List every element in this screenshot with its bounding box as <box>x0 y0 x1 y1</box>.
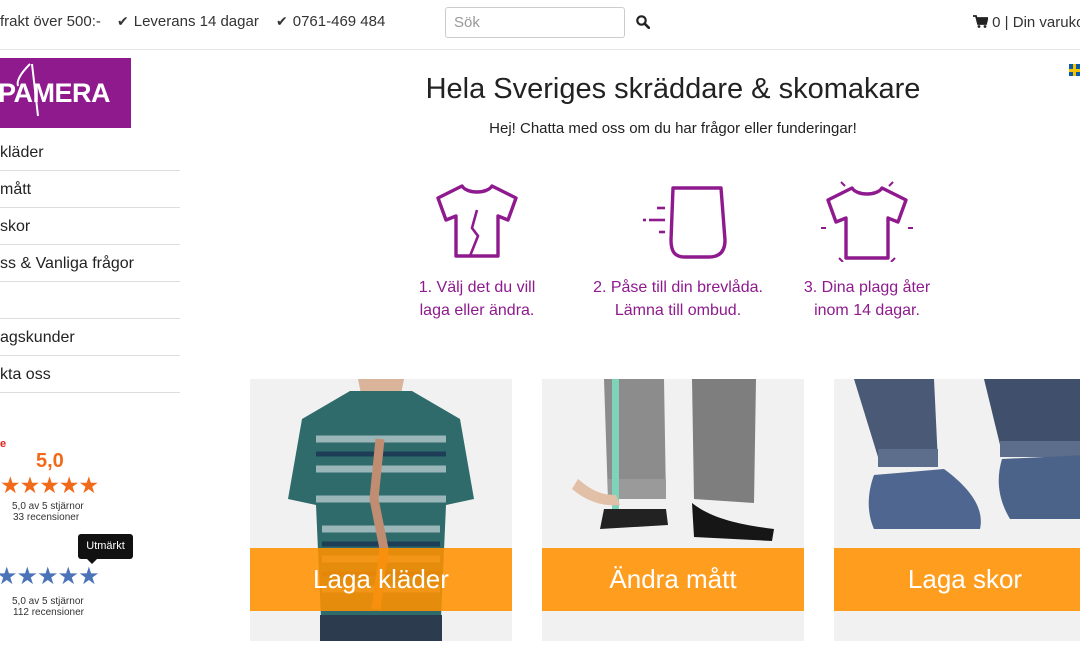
search-icon <box>636 14 651 29</box>
rating-stars-icon: ★★★★★ <box>0 472 99 498</box>
check-icon: ✔ <box>276 13 288 29</box>
review-rating-text: 5,0 av 5 stjärnor <box>12 596 84 607</box>
search-input[interactable] <box>445 7 625 38</box>
review-score: 5,0 <box>36 450 64 472</box>
step-1-line-2: laga eller ändra. <box>419 302 535 319</box>
step-1: 1. Välj det du vill laga eller ändra. <box>377 180 577 322</box>
sidebar-item-foretagskunder[interactable]: agskunder <box>0 319 180 356</box>
check-icon: ✔ <box>117 13 129 29</box>
card-andra-matt[interactable]: Ändra mått <box>542 379 804 641</box>
review-count-text: 33 recensioner <box>13 512 80 523</box>
card-laga-klader[interactable]: Laga kläder <box>250 379 512 641</box>
torn-shirt-icon <box>436 184 518 258</box>
page-subtitle: Hej! Chatta med oss om du har frågor ell… <box>489 120 857 137</box>
search-button[interactable] <box>632 13 654 33</box>
top-bar: frakt över 500:- ✔ Leverans 14 dagar ✔ 076… <box>0 0 1080 50</box>
brand-logo[interactable]: PAMERA <box>0 58 131 128</box>
usp-free-shipping: frakt över 500:- <box>0 13 101 30</box>
card-label: Laga skor <box>834 548 1080 611</box>
step-3-line-1: 3. Dina plagg åter <box>803 279 931 296</box>
usp-delivery: ✔ Leverans 14 dagar <box>117 13 259 30</box>
usp-delivery-label: Leverans 14 dagar <box>133 13 259 30</box>
sidebar-item-andra-matt[interactable]: mått <box>0 171 180 208</box>
sidebar-item-blank[interactable] <box>0 282 180 319</box>
cart-link[interactable]: 0 | Din varuko <box>973 14 1080 31</box>
review-count-text: 112 recensioner <box>13 607 84 618</box>
usp-phone: ✔ 0761-469 484 <box>276 13 385 30</box>
step-3-line-2: inom 14 dagar. <box>814 302 920 319</box>
step-3: 3. Dina plagg åter inom 14 dagar. <box>767 180 967 322</box>
step-2-line-1: 2. Påse till din brevlåda. <box>593 279 763 296</box>
sidebar-nav: kläder mått skor ss & Vanliga frågor ags… <box>0 134 180 393</box>
sidebar-item-faq[interactable]: ss & Vanliga frågor <box>0 245 180 282</box>
cart-icon <box>973 15 989 28</box>
card-label: Laga kläder <box>250 548 512 611</box>
usp-phone-label: 0761-469 484 <box>292 13 386 30</box>
needle-icon <box>16 63 39 117</box>
step-2-line-2: Lämna till ombud. <box>614 302 742 319</box>
page-title: Hela Sveriges skräddare & skomakare <box>425 73 921 105</box>
card-laga-skor[interactable]: Laga skor <box>834 379 1080 641</box>
step-2: 2. Påse till din brevlåda. Lämna till om… <box>578 180 778 322</box>
moving-bag-icon <box>643 186 727 259</box>
sidebar-item-laga-skor[interactable]: skor <box>0 208 180 245</box>
card-label: Ändra mått <box>542 548 804 611</box>
fixed-shirt-icon <box>821 181 913 262</box>
review-brand-mark: e <box>0 438 7 450</box>
usp-free-shipping-label: frakt över 500:- <box>0 13 101 30</box>
cart-label: 0 | Din varuko <box>992 14 1080 31</box>
rating-tooltip: Utmärkt <box>78 534 133 564</box>
review-rating-text: 5,0 av 5 stjärnor <box>12 501 84 512</box>
rating-stars-icon: ★★★★★ <box>0 563 100 590</box>
step-1-line-1: 1. Välj det du vill <box>418 279 536 296</box>
sidebar-item-laga-klader[interactable]: kläder <box>0 134 180 171</box>
sidebar-item-kontakta-oss[interactable]: kta oss <box>0 356 180 393</box>
